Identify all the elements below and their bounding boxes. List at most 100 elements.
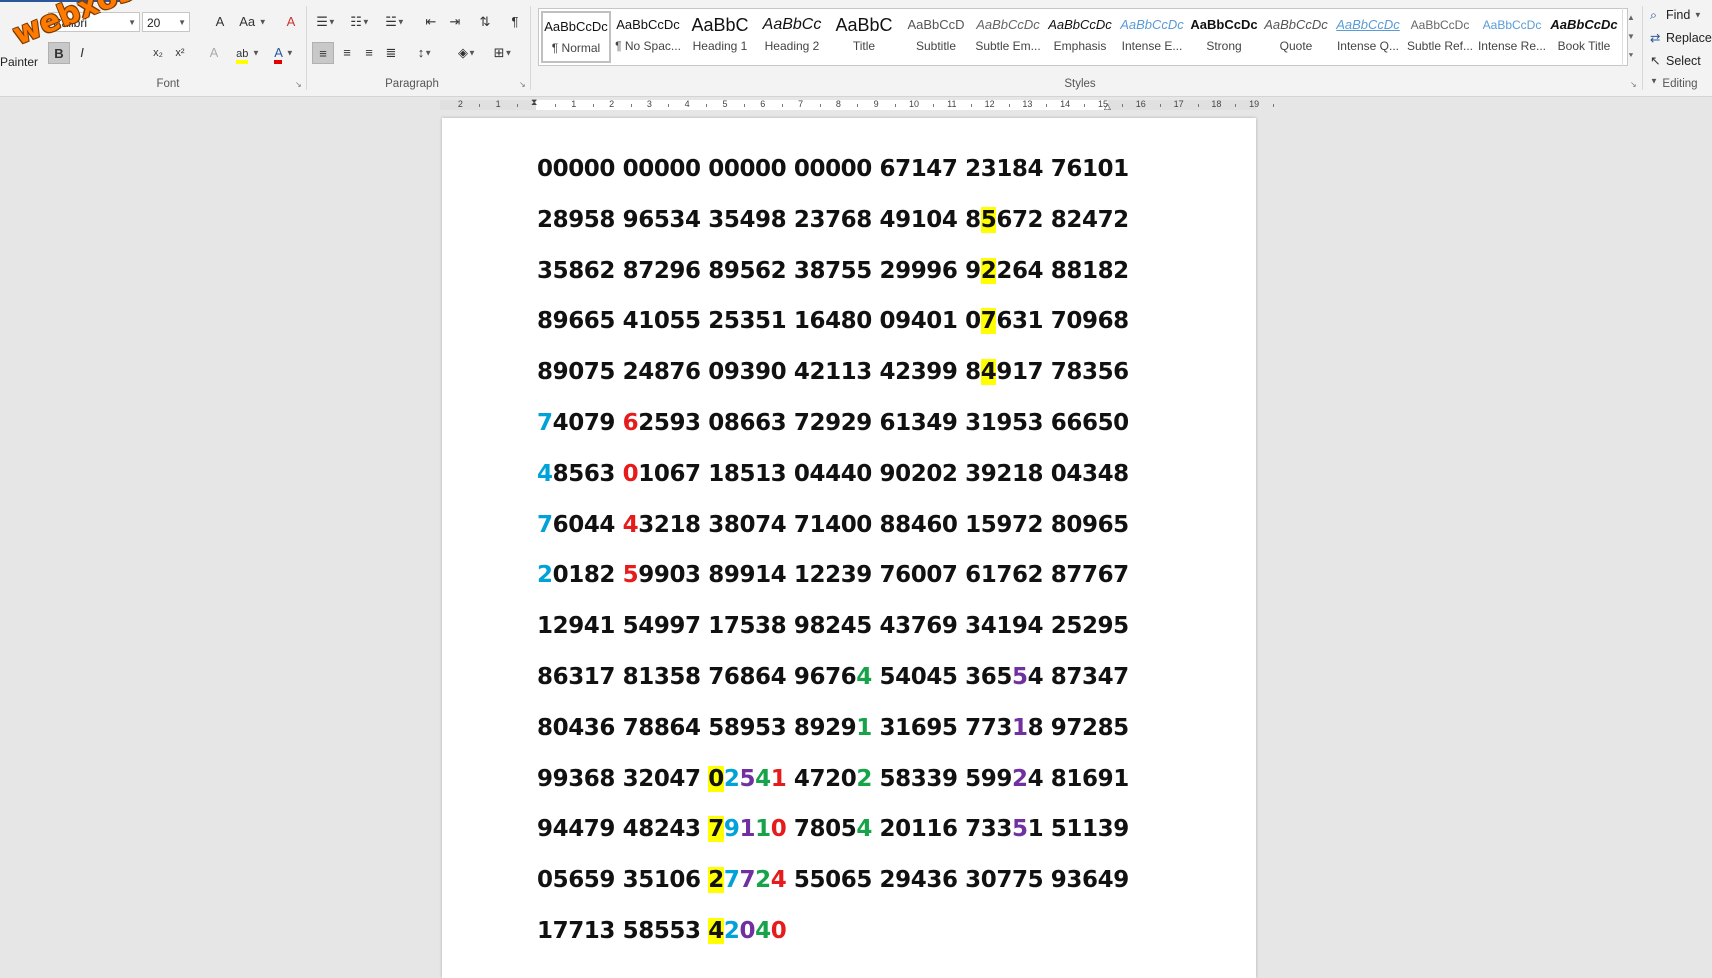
style-subtle-emphasis[interactable]: AaBbCcDc Subtle Em... (973, 11, 1043, 63)
bold-button[interactable]: B (48, 42, 70, 64)
show-formatting-button[interactable]: ¶ (504, 11, 526, 33)
highlight-color-button[interactable]: ab ▼ (234, 42, 262, 64)
multilevel-list-button[interactable]: ☱▼ (380, 11, 410, 33)
number-text: 12941 54997 17538 98245 43769 34194 2529… (537, 613, 1129, 640)
dialog-launcher-icon[interactable]: ↘ (295, 80, 302, 89)
number-text: 917 78356 (996, 359, 1129, 386)
find-button[interactable]: ⌕ Find ▼ (1650, 5, 1702, 25)
dialog-launcher-icon[interactable]: ↘ (519, 80, 526, 89)
number-text: 2593 08663 72929 61349 31953 66650 (638, 409, 1129, 436)
ruler-tick (479, 104, 481, 107)
number-row: 76044 43218 38074 71400 88460 15972 8096… (537, 500, 1129, 551)
format-painter-button[interactable]: Painter (0, 55, 38, 69)
scroll-up-icon[interactable]: ▲ (1623, 8, 1639, 27)
text-effects-icon[interactable]: A (204, 42, 224, 64)
font-color-button[interactable]: A ▼ (270, 42, 298, 64)
borders-button[interactable]: ⊞▼ (488, 42, 518, 64)
style-subtle-reference[interactable]: AaBbCcDc Subtle Ref... (1405, 11, 1475, 63)
number-text: 17713 58553 (537, 917, 709, 944)
select-button[interactable]: ↖ Select ▼ (1650, 51, 1712, 86)
styles-gallery-scroll[interactable]: ▲ ▼ ⯆ (1622, 8, 1639, 66)
increase-indent-button[interactable]: ⇥ (444, 11, 466, 33)
decrease-indent-button[interactable]: ⇤ (420, 11, 442, 33)
first-line-indent-marker[interactable]: ⧗ (531, 97, 537, 108)
superscript-button[interactable]: x² (170, 42, 190, 64)
ruler-tick (1008, 104, 1010, 107)
sort-button[interactable]: ⇅ (474, 11, 496, 33)
align-right-button[interactable]: ≡ (358, 42, 380, 64)
style-subtitle[interactable]: AaBbCcD Subtitle (901, 11, 971, 63)
ruler-number: 1 (495, 99, 501, 109)
clear-formatting-icon[interactable]: A (280, 11, 302, 33)
sort-icon: ⇅ (479, 14, 491, 29)
colored-digit: 4 (755, 917, 771, 944)
document-body[interactable]: 00000 00000 00000 00000 67147 23184 7610… (537, 144, 1129, 957)
ruler-tick (895, 104, 897, 107)
line-spacing-button[interactable]: ↕▼ (410, 42, 440, 64)
number-row: 74079 62593 08663 72929 61349 31953 6665… (537, 398, 1129, 449)
decrease-indent-icon: ⇤ (425, 14, 437, 29)
colored-digit: 0 (739, 917, 756, 944)
replace-button[interactable]: ⇄ Replace (1650, 28, 1712, 48)
document-page[interactable]: 00000 00000 00000 00000 67147 23184 7610… (442, 118, 1256, 978)
number-text: 55065 29436 30775 93649 (786, 867, 1129, 894)
style-heading-2[interactable]: AaBbCc Heading 2 (757, 11, 827, 63)
style-heading-1[interactable]: AaBbC Heading 1 (685, 11, 755, 63)
ruler-number: 19 (1249, 99, 1260, 109)
colored-digit: 6 (622, 409, 639, 436)
styles-group-label: Styles (1064, 78, 1096, 90)
colored-digit: 9 (723, 816, 740, 843)
style-title[interactable]: AaBbC Title (829, 11, 899, 63)
highlighter-icon: ab (236, 48, 249, 64)
more-styles-icon[interactable]: ⯆ (1623, 46, 1639, 65)
font-color-icon: A (274, 45, 283, 64)
ruler-number: 10 (908, 99, 920, 109)
justify-button[interactable]: ≣ (380, 42, 402, 64)
font-size-select[interactable]: 20 ▼ (142, 12, 190, 32)
style-quote[interactable]: AaBbCcDc Quote (1261, 11, 1331, 63)
style-book-title[interactable]: AaBbCcDc Book Title (1549, 11, 1619, 63)
change-case-button[interactable]: Aa ▼ (238, 11, 268, 33)
shading-button[interactable]: ◈▼ (452, 42, 482, 64)
subscript-button[interactable]: x₂ (148, 42, 168, 64)
font-group-label: Font (156, 78, 180, 90)
ruler-number: 7 (798, 99, 804, 109)
paint-bucket-icon: ◈ (458, 45, 469, 60)
align-left-button[interactable]: ≡ (312, 42, 334, 64)
style-emphasis[interactable]: AaBbCcDc Emphasis (1045, 11, 1115, 63)
style-normal[interactable]: AaBbCcDc ¶ Normal (541, 11, 611, 63)
number-row: 94479 48243 79110 78054 20116 73351 5113… (537, 804, 1129, 855)
numbering-button[interactable]: ☷▼ (346, 11, 374, 33)
number-text: 6044 (552, 511, 623, 538)
horizontal-ruler[interactable]: 2 1 1 2 3 4 5 6 7 8 9 10 11 12 13 14 15 16 17 18 19 ⧗ △ (440, 97, 1275, 113)
ruler-tick (668, 104, 670, 107)
style-intense-emphasis[interactable]: AaBbCcDc Intense E... (1117, 11, 1187, 63)
ruler-tick (819, 104, 821, 107)
number-text: 264 88182 (996, 257, 1129, 284)
style-intense-reference[interactable]: AaBbCcDc Intense Re... (1477, 11, 1547, 63)
number-row: 80436 78864 58953 89291 31695 77318 9728… (537, 703, 1129, 754)
number-text: 0182 (552, 562, 623, 589)
ruler-tick (517, 104, 519, 107)
scroll-down-icon[interactable]: ▼ (1623, 27, 1639, 46)
style-no-spacing[interactable]: AaBbCcDc ¶ No Spac... (613, 11, 683, 63)
right-indent-marker[interactable]: △ (1104, 101, 1111, 112)
style-intense-quote[interactable]: AaBbCcDc Intense Q... (1333, 11, 1403, 63)
chevron-down-icon: ▼ (178, 18, 186, 27)
ruler-number: 4 (684, 99, 690, 109)
bullets-button[interactable]: ☰▼ (312, 11, 340, 33)
numbered-list-icon: ☷ (350, 14, 362, 29)
ruler-number: 8 (835, 99, 841, 109)
style-strong[interactable]: AaBbCcDc Strong (1189, 11, 1259, 63)
number-text: 89665 41055 25351 16480 09401 0 (537, 308, 981, 335)
number-text: 4 87347 (1027, 663, 1130, 690)
colored-digit: 1 (1011, 714, 1028, 741)
align-center-button[interactable]: ≡ (336, 42, 358, 64)
dialog-launcher-icon[interactable]: ↘ (1630, 80, 1637, 89)
colored-digit: 2 (537, 562, 553, 589)
italic-button[interactable]: I (72, 42, 92, 64)
highlighted-digit: 4 (708, 917, 724, 944)
colored-digit: 5 (1011, 663, 1028, 690)
highlighted-digit: 5 (980, 206, 997, 233)
grow-font-button[interactable]: A (208, 11, 232, 33)
